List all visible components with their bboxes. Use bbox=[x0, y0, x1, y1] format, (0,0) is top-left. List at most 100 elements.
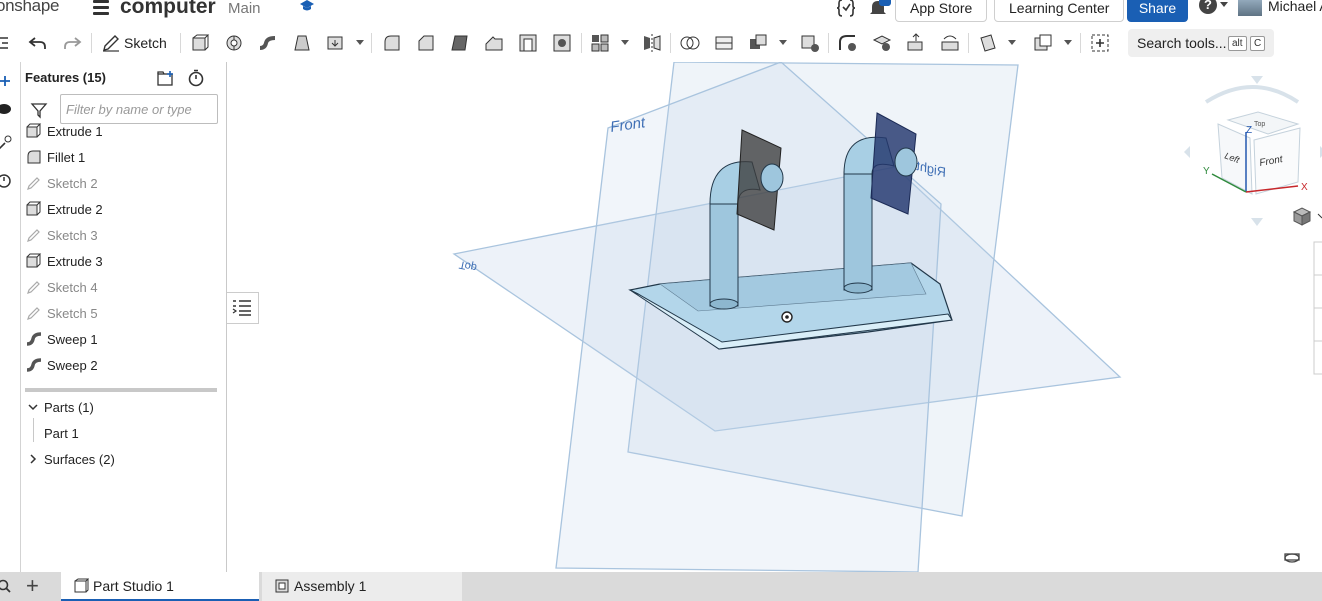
feature-toolbar: Sketch Search tools... alt C bbox=[0, 24, 1322, 62]
graduation-cap-icon[interactable] bbox=[300, 0, 314, 12]
sketch-button-label[interactable]: Sketch bbox=[124, 35, 167, 51]
onshape-logo[interactable]: onshape bbox=[0, 0, 59, 16]
app-store-button[interactable]: App Store bbox=[895, 0, 988, 22]
feature-item[interactable]: Sketch 5 bbox=[25, 303, 220, 325]
left-pipe[interactable] bbox=[709, 201, 739, 307]
replace-face-icon[interactable] bbox=[939, 32, 961, 54]
move-face-icon[interactable] bbox=[905, 32, 927, 54]
loft-icon[interactable] bbox=[291, 32, 313, 54]
redo-icon[interactable] bbox=[61, 32, 83, 54]
search-tools-input[interactable]: Search tools... alt C bbox=[1128, 29, 1274, 57]
onshape-app: onshape computer Main App Store Learning… bbox=[0, 0, 1322, 601]
add-folder-icon[interactable] bbox=[156, 70, 176, 88]
shortcut-key: alt bbox=[1228, 36, 1247, 51]
feature-tree-panel: Features (15) Extrude 1 Fillet 1 Sketch 2 E… bbox=[20, 62, 227, 572]
delete-part-icon[interactable] bbox=[799, 32, 821, 54]
chevron-down-icon[interactable] bbox=[1220, 2, 1228, 7]
feature-filter-input[interactable] bbox=[60, 94, 218, 124]
feature-item[interactable]: Sketch 3 bbox=[25, 225, 220, 247]
feature-item[interactable]: Fillet 1 bbox=[25, 147, 220, 169]
tab-assembly-1[interactable]: Assembly 1 bbox=[262, 572, 462, 601]
learning-center-button[interactable]: Learning Center bbox=[994, 0, 1125, 22]
chevron-down-icon[interactable] bbox=[779, 40, 787, 45]
search-tabs-icon[interactable] bbox=[0, 579, 11, 593]
model-canvas[interactable]: Front Top Right Top Left Front Z X Y bbox=[228, 61, 1322, 573]
chevron-down-icon[interactable] bbox=[27, 401, 39, 413]
chevron-down-icon[interactable] bbox=[621, 40, 629, 45]
extrude-icon bbox=[26, 201, 42, 216]
menu-hamburger-icon[interactable] bbox=[93, 0, 109, 15]
filter-funnel-icon[interactable] bbox=[30, 101, 48, 119]
add-tab-icon[interactable]: + bbox=[26, 575, 39, 597]
extrude-icon[interactable] bbox=[189, 32, 211, 54]
chevron-down-icon[interactable] bbox=[1008, 40, 1016, 45]
feature-item[interactable]: Sweep 2 bbox=[25, 355, 220, 377]
tab-label: Part Studio 1 bbox=[93, 578, 174, 594]
mirror-icon[interactable] bbox=[641, 32, 663, 54]
chevron-down-icon[interactable] bbox=[356, 40, 364, 45]
share-button[interactable]: Share bbox=[1127, 0, 1188, 22]
variables-icon[interactable] bbox=[0, 135, 13, 151]
right-pipe[interactable] bbox=[843, 171, 873, 291]
feature-item[interactable]: Extrude 2 bbox=[25, 199, 220, 221]
chevron-down-icon[interactable] bbox=[1064, 40, 1072, 45]
rib-icon[interactable] bbox=[483, 32, 505, 54]
feature-item[interactable]: Sketch 2 bbox=[25, 173, 220, 195]
document-tabs: + Part Studio 1 Assembly 1 bbox=[0, 572, 1322, 601]
chevron-right-icon[interactable] bbox=[27, 453, 39, 465]
surfaces-group-label: Surfaces (2) bbox=[44, 452, 115, 467]
rollback-bar[interactable] bbox=[25, 388, 217, 392]
boolean-icon[interactable] bbox=[679, 32, 701, 54]
thicken-icon[interactable] bbox=[325, 32, 347, 54]
hole-icon[interactable] bbox=[551, 32, 573, 54]
named-views-icon[interactable] bbox=[1284, 553, 1300, 563]
toolbar-divider bbox=[828, 33, 829, 53]
sketch-icon bbox=[27, 307, 40, 320]
draft-icon[interactable] bbox=[449, 32, 471, 54]
chevron-down-icon[interactable] bbox=[1317, 213, 1322, 219]
rollback-timer-icon[interactable] bbox=[0, 172, 12, 188]
appearance-icon[interactable] bbox=[0, 103, 12, 115]
rotate-up-arrow[interactable] bbox=[1251, 76, 1263, 84]
rotate-left-arrow[interactable] bbox=[1184, 146, 1190, 158]
feature-item[interactable]: Sweep 1 bbox=[25, 329, 220, 351]
sweep-icon[interactable] bbox=[257, 32, 279, 54]
user-avatar[interactable] bbox=[1238, 0, 1262, 16]
insert-icon[interactable] bbox=[1089, 32, 1111, 54]
pattern-icon[interactable] bbox=[589, 32, 611, 54]
feature-item[interactable]: Extrude 3 bbox=[25, 251, 220, 273]
feature-item[interactable]: Extrude 1 bbox=[25, 121, 220, 143]
plane-icon[interactable] bbox=[977, 32, 999, 54]
sketch-pencil-icon[interactable] bbox=[100, 32, 122, 54]
tab-label: Assembly 1 bbox=[294, 578, 367, 594]
revolve-icon[interactable] bbox=[223, 32, 245, 54]
transform-icon[interactable] bbox=[747, 32, 769, 54]
chamfer-icon[interactable] bbox=[415, 32, 437, 54]
rotate-down-arrow[interactable] bbox=[1251, 218, 1263, 226]
modify-fillet-icon[interactable] bbox=[837, 32, 859, 54]
fillet-icon[interactable] bbox=[381, 32, 403, 54]
mate-connector-icon[interactable] bbox=[1032, 32, 1054, 54]
split-icon[interactable] bbox=[713, 32, 735, 54]
rotate-arc[interactable] bbox=[1204, 85, 1300, 104]
delete-face-icon[interactable] bbox=[871, 32, 893, 54]
top-header: onshape computer Main App Store Learning… bbox=[0, 0, 1322, 24]
add-icon[interactable] bbox=[0, 75, 11, 87]
right-pipe-end bbox=[894, 147, 918, 177]
branch-label[interactable]: Main bbox=[228, 0, 261, 17]
view-cube[interactable]: Top Left Front Z X Y bbox=[1184, 76, 1322, 226]
feature-item[interactable]: Sketch 4 bbox=[25, 277, 220, 299]
undo-icon[interactable] bbox=[27, 32, 49, 54]
document-name[interactable]: computer bbox=[120, 0, 216, 19]
left-pipe-end bbox=[760, 163, 784, 193]
user-name[interactable]: Michael A bbox=[1268, 0, 1322, 14]
variable-braces-icon[interactable] bbox=[836, 0, 856, 18]
help-icon[interactable]: ? bbox=[1199, 0, 1217, 14]
feature-list-icon[interactable] bbox=[0, 36, 10, 50]
shell-icon[interactable] bbox=[517, 32, 539, 54]
rollback-stopwatch-icon[interactable] bbox=[187, 69, 205, 87]
feature-item-label: Extrude 3 bbox=[47, 254, 103, 269]
graphics-viewport[interactable]: Front Top Right Top Left Front Z X Y bbox=[228, 61, 1322, 573]
view-mode-icon[interactable] bbox=[1292, 207, 1312, 226]
tab-part-studio-1[interactable]: Part Studio 1 bbox=[61, 572, 259, 601]
